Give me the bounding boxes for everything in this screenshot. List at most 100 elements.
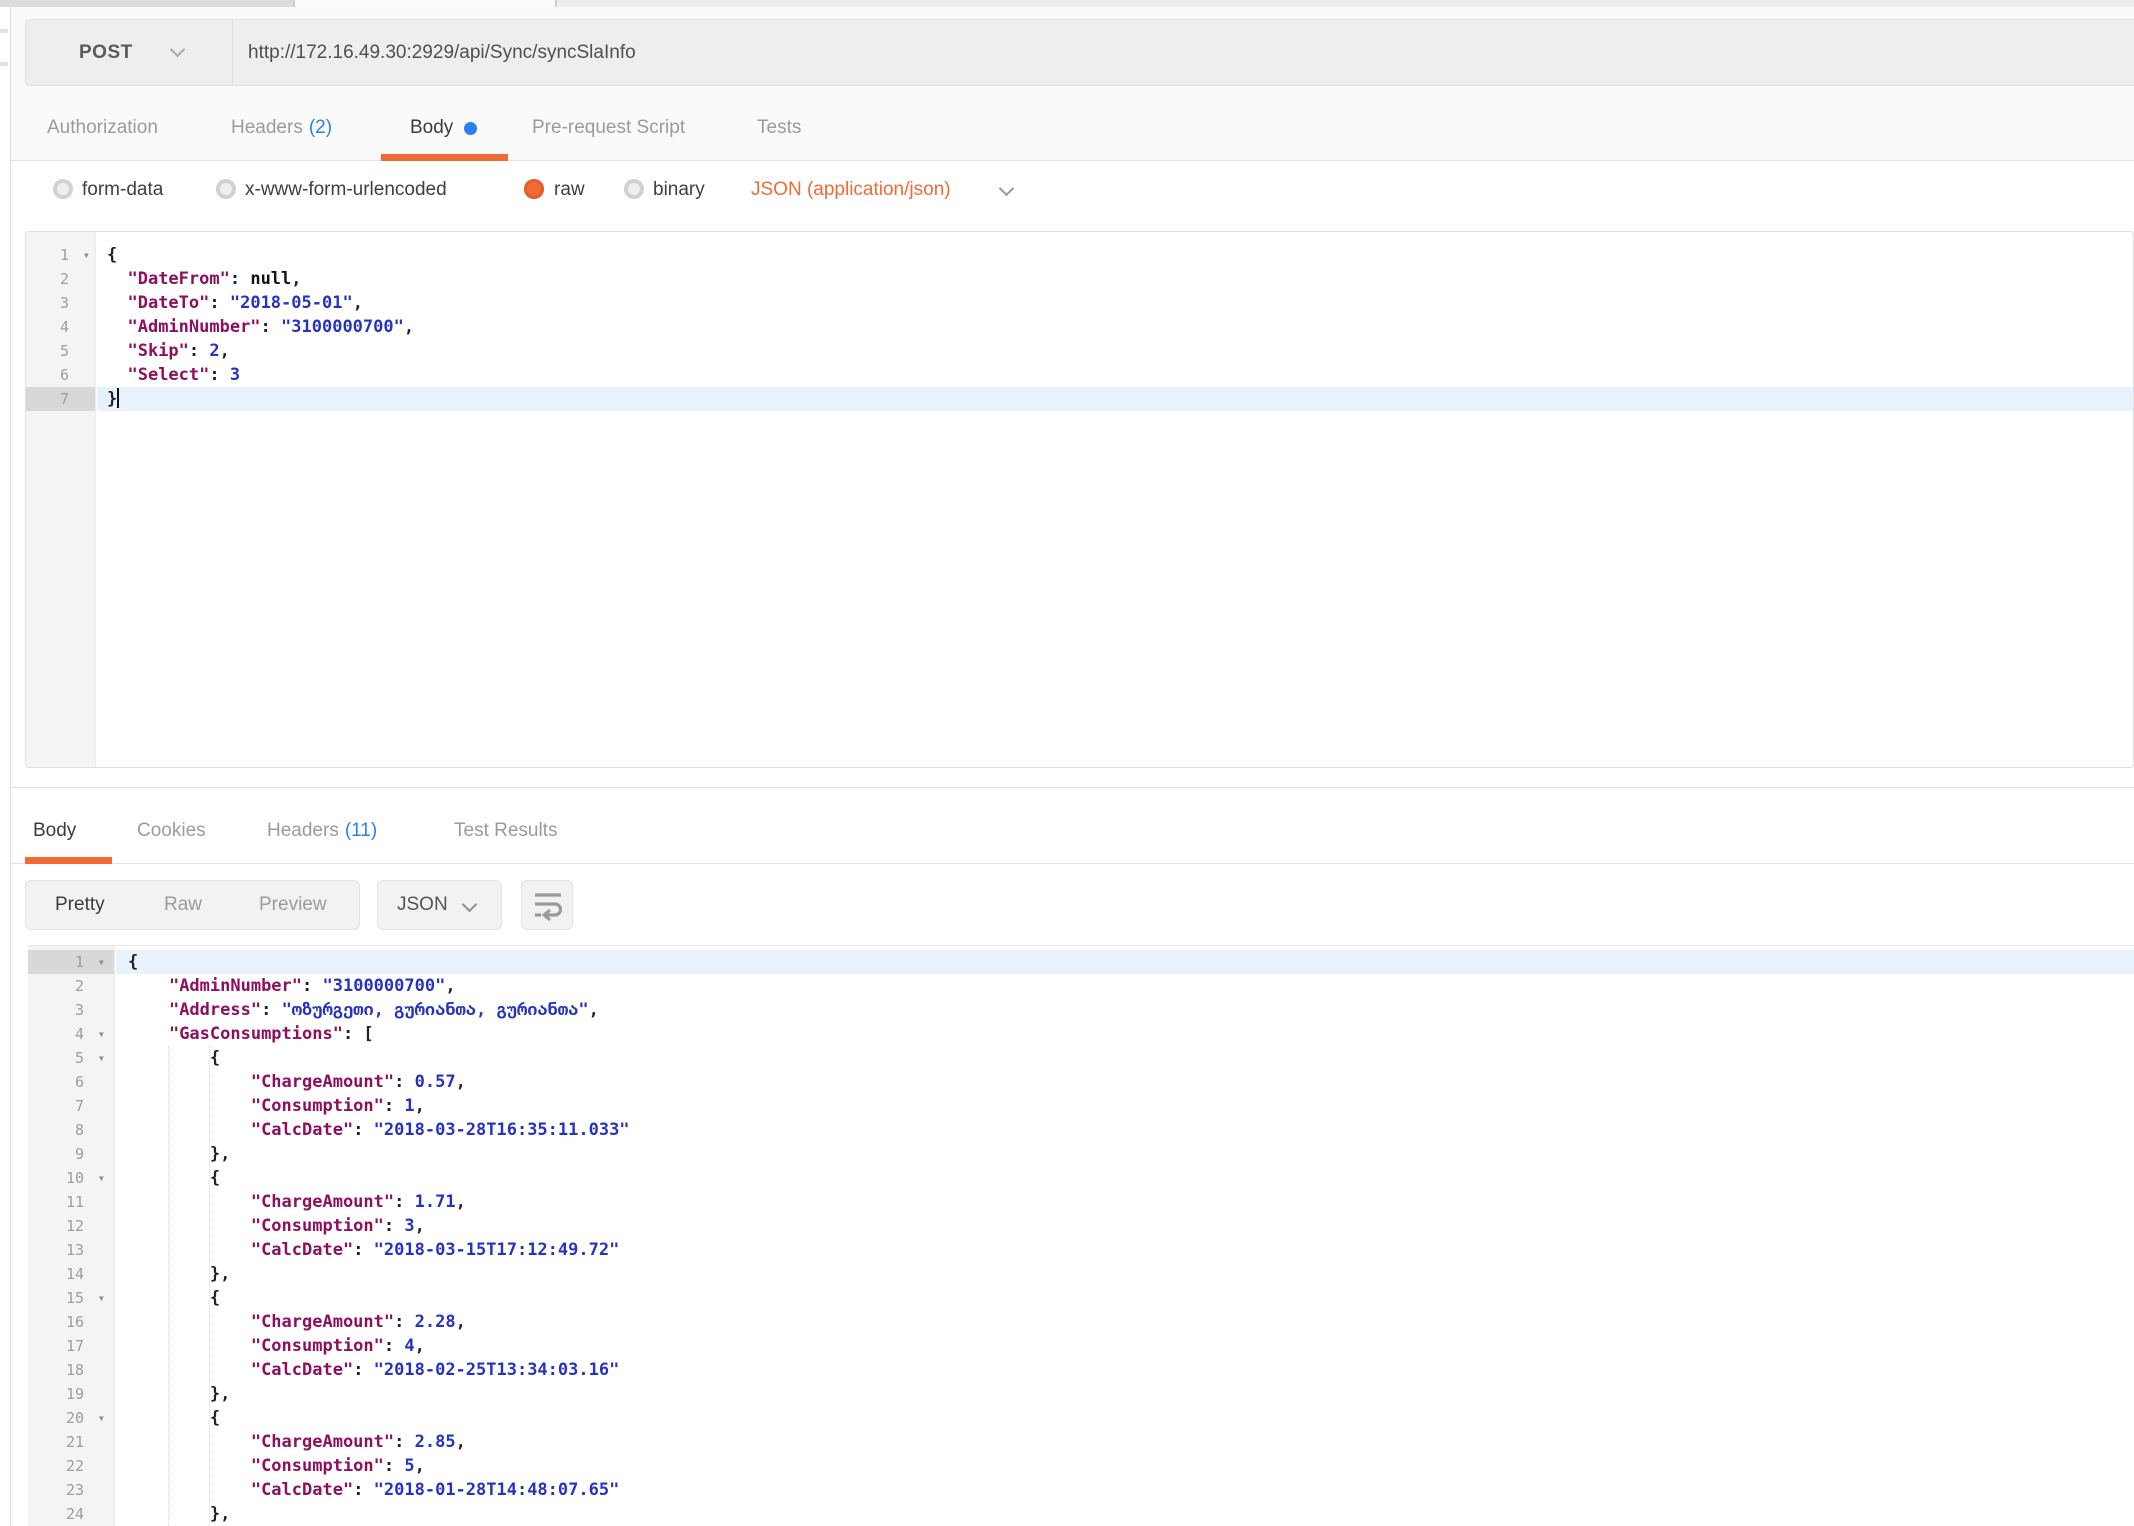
view-mode-pretty[interactable]: Pretty bbox=[55, 881, 105, 929]
code-line[interactable]: "ChargeAmount": 0.57, bbox=[116, 1070, 2134, 1094]
text-cursor bbox=[117, 388, 119, 408]
fold-caret-icon[interactable]: ▾ bbox=[98, 1286, 105, 1310]
line-number: 8 bbox=[28, 1118, 114, 1142]
radio-binary[interactable] bbox=[624, 179, 644, 199]
code-line[interactable]: "ChargeAmount": 1.71, bbox=[116, 1190, 2134, 1214]
response-tabs: Body Cookies Headers(11) Test Results bbox=[11, 800, 2134, 864]
view-mode-raw[interactable]: Raw bbox=[164, 881, 202, 929]
code-line[interactable]: { bbox=[116, 1286, 2134, 1310]
code-line[interactable]: "CalcDate": "2018-03-15T17:12:49.72" bbox=[116, 1238, 2134, 1262]
code-line[interactable]: { bbox=[97, 243, 2133, 267]
code-line[interactable]: { bbox=[116, 950, 2134, 974]
fold-caret-icon[interactable]: ▾ bbox=[98, 1022, 105, 1046]
line-number: 2 bbox=[28, 974, 114, 998]
response-editor-gutter: 1▾234▾5▾678910▾1112131415▾1617181920▾212… bbox=[28, 946, 115, 1526]
code-line[interactable]: }, bbox=[116, 1262, 2134, 1286]
code-line[interactable]: "CalcDate": "2018-03-28T16:35:11.033" bbox=[116, 1118, 2134, 1142]
top-tab-strip-active-tab[interactable] bbox=[293, 0, 557, 7]
code-line[interactable]: "ChargeAmount": 2.28, bbox=[116, 1310, 2134, 1334]
url-input[interactable] bbox=[248, 20, 1548, 85]
raw-label[interactable]: raw bbox=[554, 163, 585, 216]
line-number: 9 bbox=[28, 1142, 114, 1166]
fold-caret-icon[interactable]: ▾ bbox=[98, 950, 105, 974]
top-tab-strip-inactive bbox=[0, 0, 293, 7]
code-line[interactable]: "Skip": 2, bbox=[97, 339, 2133, 363]
response-active-tab-underline bbox=[25, 857, 112, 864]
fold-caret-icon[interactable]: ▾ bbox=[98, 1046, 105, 1070]
url-bar: POST bbox=[25, 19, 2134, 86]
chevron-down-icon bbox=[462, 897, 478, 913]
line-number: 20▾ bbox=[28, 1406, 114, 1430]
response-tab-test-results[interactable]: Test Results bbox=[454, 800, 557, 862]
radio-form-data[interactable] bbox=[53, 179, 73, 199]
line-number: 23 bbox=[28, 1478, 114, 1502]
code-line[interactable]: "ChargeAmount": 2.85, bbox=[116, 1430, 2134, 1454]
response-body-editor[interactable]: 1▾234▾5▾678910▾1112131415▾1617181920▾212… bbox=[28, 945, 2134, 1526]
request-editor-gutter: 1▾234567 bbox=[26, 232, 96, 767]
method-label: POST bbox=[79, 20, 133, 85]
line-number: 16 bbox=[28, 1310, 114, 1334]
code-line[interactable]: "Consumption": 3, bbox=[116, 1214, 2134, 1238]
code-line[interactable]: "Consumption": 4, bbox=[116, 1334, 2134, 1358]
response-tab-body[interactable]: Body bbox=[33, 800, 76, 862]
line-number: 4▾ bbox=[28, 1022, 114, 1046]
format-selector[interactable]: JSON bbox=[377, 880, 502, 930]
line-number: 19 bbox=[28, 1382, 114, 1406]
code-line[interactable]: "AdminNumber": "3100000700", bbox=[116, 974, 2134, 998]
code-line[interactable]: "Consumption": 5, bbox=[116, 1454, 2134, 1478]
code-line[interactable]: "DateFrom": null, bbox=[97, 267, 2133, 291]
code-line[interactable]: "CalcDate": "2018-01-28T14:48:07.65" bbox=[116, 1478, 2134, 1502]
line-number: 1▾ bbox=[28, 950, 114, 974]
binary-label[interactable]: binary bbox=[653, 163, 705, 216]
response-section-divider bbox=[11, 787, 2134, 788]
response-tab-headers[interactable]: Headers(11) bbox=[267, 800, 377, 862]
line-number: 17 bbox=[28, 1334, 114, 1358]
line-number: 6 bbox=[28, 1070, 114, 1094]
request-editor-code[interactable]: { "DateFrom": null, "DateTo": "2018-05-0… bbox=[97, 232, 2133, 767]
form-data-label[interactable]: form-data bbox=[82, 163, 163, 216]
tab-authorization[interactable]: Authorization bbox=[47, 95, 158, 161]
radio-raw[interactable] bbox=[524, 179, 544, 199]
sidebar-edge-tick bbox=[0, 62, 8, 66]
view-mode-preview[interactable]: Preview bbox=[259, 881, 327, 929]
code-line[interactable]: "Consumption": 1, bbox=[116, 1094, 2134, 1118]
response-editor-code[interactable]: { "AdminNumber": "3100000700", "Address"… bbox=[116, 946, 2134, 1526]
method-selector[interactable]: POST bbox=[26, 20, 233, 85]
code-line[interactable]: "DateTo": "2018-05-01", bbox=[97, 291, 2133, 315]
radio-x-www-form-urlencoded[interactable] bbox=[216, 179, 236, 199]
code-line[interactable]: "AdminNumber": "3100000700", bbox=[97, 315, 2133, 339]
x-www-form-urlencoded-label[interactable]: x-www-form-urlencoded bbox=[245, 163, 447, 216]
code-line[interactable]: } bbox=[97, 387, 2133, 411]
line-number: 5▾ bbox=[28, 1046, 114, 1070]
line-number: 15▾ bbox=[28, 1286, 114, 1310]
tab-tests[interactable]: Tests bbox=[757, 95, 801, 161]
code-line[interactable]: { bbox=[116, 1046, 2134, 1070]
tab-pre-request-script[interactable]: Pre-request Script bbox=[532, 95, 685, 161]
line-number: 21 bbox=[28, 1430, 114, 1454]
code-line[interactable]: { bbox=[116, 1166, 2134, 1190]
code-line[interactable]: }, bbox=[116, 1142, 2134, 1166]
code-line[interactable]: }, bbox=[116, 1502, 2134, 1526]
line-number: 1▾ bbox=[26, 243, 95, 267]
chevron-down-icon bbox=[999, 181, 1015, 197]
content-type-selector[interactable]: JSON (application/json) bbox=[751, 163, 951, 216]
code-line[interactable]: "Address": "ოზურგეთი, გურიანთა, გურიანთა… bbox=[116, 998, 2134, 1022]
code-line[interactable]: "CalcDate": "2018-02-25T13:34:03.16" bbox=[116, 1358, 2134, 1382]
code-line[interactable]: "Select": 3 bbox=[97, 363, 2133, 387]
code-line[interactable]: }, bbox=[116, 1382, 2134, 1406]
code-line[interactable]: { bbox=[116, 1406, 2134, 1430]
fold-caret-icon[interactable]: ▾ bbox=[98, 1166, 105, 1190]
format-label: JSON bbox=[397, 881, 448, 929]
line-number: 4 bbox=[26, 315, 95, 339]
wrap-text-button[interactable] bbox=[521, 880, 573, 930]
code-line[interactable]: "GasConsumptions": [ bbox=[116, 1022, 2134, 1046]
fold-caret-icon[interactable]: ▾ bbox=[83, 243, 90, 267]
response-tab-cookies[interactable]: Cookies bbox=[137, 800, 206, 862]
sidebar-edge-tick bbox=[0, 29, 8, 33]
tab-headers[interactable]: Headers(2) bbox=[231, 95, 332, 161]
request-body-editor[interactable]: 1▾234567 { "DateFrom": null, "DateTo": "… bbox=[25, 231, 2134, 768]
tab-body[interactable]: Body bbox=[410, 95, 453, 161]
fold-caret-icon[interactable]: ▾ bbox=[98, 1406, 105, 1430]
indent-guide bbox=[168, 1046, 169, 1526]
line-number: 24 bbox=[28, 1502, 114, 1526]
